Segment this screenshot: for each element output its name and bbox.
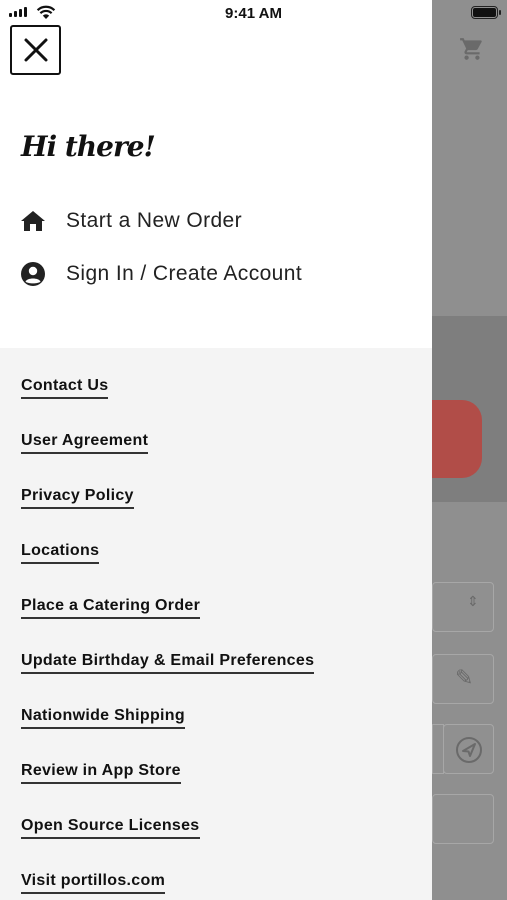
close-button[interactable]	[10, 25, 61, 75]
greeting-title: Hi there!	[21, 130, 156, 163]
link-open-source-licenses[interactable]: Open Source Licenses	[21, 817, 200, 839]
background-select-field: ⇕	[432, 582, 494, 632]
link-privacy-policy[interactable]: Privacy Policy	[21, 487, 134, 509]
battery-icon	[471, 6, 501, 19]
navigation-drawer: Hi there! Start a New Order Sign In / Cr…	[0, 0, 432, 900]
drawer-header: Hi there! Start a New Order Sign In / Cr…	[0, 0, 432, 348]
pencil-icon: ✎	[455, 665, 474, 690]
link-catering-order[interactable]: Place a Catering Order	[21, 597, 201, 619]
sign-in-item[interactable]: Sign In / Create Account	[20, 259, 302, 289]
link-review-app-store[interactable]: Review in App Store	[21, 762, 181, 784]
start-new-order-label: Start a New Order	[66, 209, 243, 232]
navigation-icon	[456, 737, 482, 763]
status-bar: 9:41 AM	[0, 0, 507, 28]
cart-icon	[460, 38, 482, 60]
start-new-order-item[interactable]: Start a New Order	[20, 206, 242, 236]
close-icon	[24, 38, 47, 62]
link-user-agreement[interactable]: User Agreement	[21, 432, 149, 454]
background-locate-button	[443, 724, 494, 774]
link-visit-website[interactable]: Visit portillos.com	[21, 872, 166, 894]
link-nationwide-shipping[interactable]: Nationwide Shipping	[21, 707, 185, 729]
link-locations[interactable]: Locations	[21, 542, 100, 564]
background-hero-graphic	[432, 400, 482, 478]
background-edit-field: ✎	[432, 654, 494, 704]
account-circle-icon	[20, 261, 46, 287]
link-birthday-email-preferences[interactable]: Update Birthday & Email Preferences	[21, 652, 315, 674]
select-arrows-icon: ⇕	[467, 593, 479, 609]
link-contact-us[interactable]: Contact Us	[21, 377, 109, 399]
background-input-field	[432, 794, 494, 844]
home-icon	[20, 208, 46, 234]
status-time: 9:41 AM	[225, 5, 282, 22]
sign-in-label: Sign In / Create Account	[66, 262, 303, 285]
